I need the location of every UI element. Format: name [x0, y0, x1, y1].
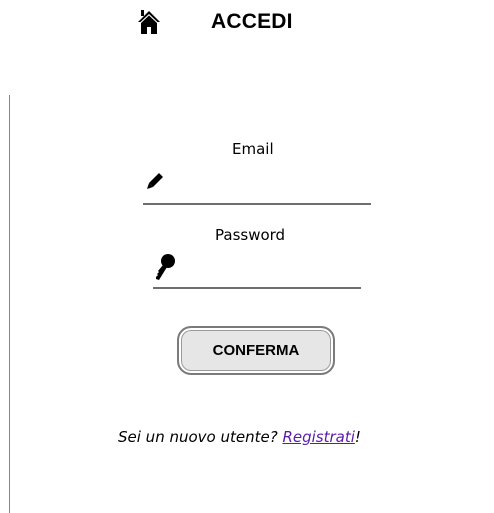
header: ACCEDI	[0, 0, 494, 50]
register-link[interactable]: Registrati	[282, 428, 354, 446]
signup-prompt: Sei un nuovo utente? Registrati!	[118, 428, 361, 446]
key-icon	[154, 253, 176, 281]
pencil-icon	[145, 171, 165, 191]
password-input[interactable]	[153, 265, 361, 289]
left-divider	[9, 95, 10, 513]
page-title: ACCEDI	[211, 10, 293, 33]
home-icon[interactable]	[137, 9, 161, 35]
confirm-button[interactable]: CONFERMA	[177, 326, 335, 375]
email-input[interactable]	[143, 181, 371, 205]
signup-suffix: !	[354, 428, 361, 446]
email-label: Email	[232, 140, 274, 158]
signup-prompt-text: Sei un nuovo utente?	[118, 428, 283, 446]
password-label: Password	[215, 226, 286, 244]
